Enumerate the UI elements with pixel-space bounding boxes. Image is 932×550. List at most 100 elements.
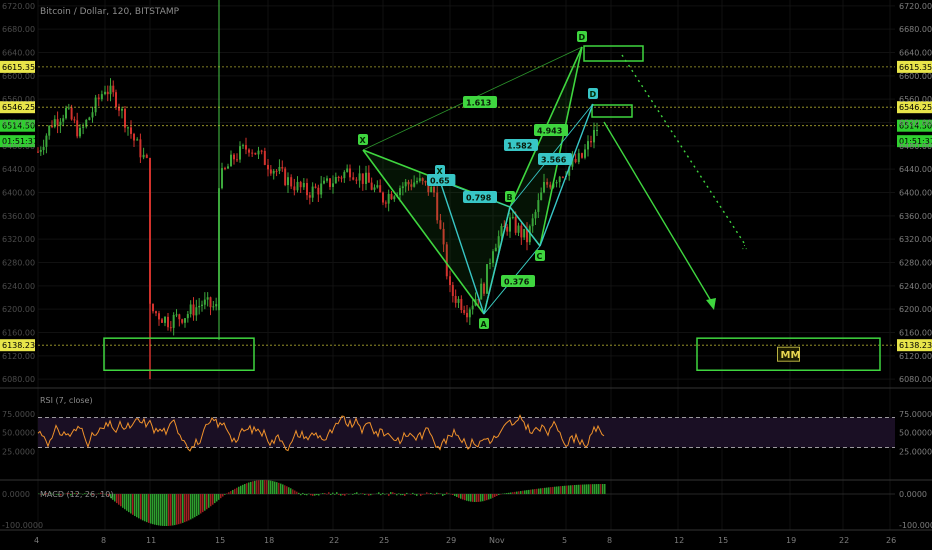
candle-body [593,130,595,143]
candle-body [296,181,299,191]
time-tick-label: 11 [146,536,156,545]
time-tick-label: 25 [379,536,389,545]
macd-bar [568,485,570,494]
macd-bar [180,494,182,524]
candle-body [161,319,163,323]
price-marker-left: 6138.23 [0,339,35,352]
candle-body [48,125,51,136]
macd-bar [306,494,308,496]
macd-bar [480,494,482,502]
macd-bar [288,487,290,494]
candle-body [343,171,346,179]
candle-body [254,152,257,155]
macd-bar [164,494,166,526]
macd-bar [536,488,538,494]
candle-body [236,159,238,161]
macd-bar [336,492,338,494]
macd-bar [398,493,400,494]
macd-bar [450,494,452,495]
macd-bar [362,493,364,494]
price-tick-label-left: 6400.00 [2,189,35,198]
macd-bar [472,494,474,502]
macd-bar [484,494,486,501]
macd-bar [564,485,566,494]
candle-body [130,127,132,134]
candle-body [136,139,139,141]
candle-body [517,225,520,233]
macd-bar [296,491,298,494]
time-tick-label: 22 [329,536,339,545]
candle-body [263,150,266,165]
macd-bar [220,494,222,499]
point-label: B [507,193,513,202]
macd-bar [468,494,470,502]
ratio-label: 1.613 [466,99,491,108]
macd-bar [572,485,574,494]
macd-bar [546,487,548,494]
macd-bar [204,494,206,511]
macd-bar [406,492,408,494]
macd-bar [522,490,524,494]
price-marker-text: 6138.23 [899,341,932,350]
candle-body [221,168,223,189]
macd-bar [388,494,390,496]
macd-bar [496,494,498,496]
time-tick-label: 19 [786,536,796,545]
macd-bar [494,494,496,497]
macd-bar [146,494,148,523]
trading-chart[interactable]: MM ∴XABCDXD1.6134.9430.3760.650.7981.582… [0,0,932,550]
macd-bar [328,492,330,494]
macd-bar [156,494,158,526]
candle-body [106,91,109,95]
candle-body [379,185,382,193]
candle-body [73,119,76,121]
macd-bar [122,494,124,508]
macd-bar [162,494,164,526]
macd-bar [236,487,238,494]
rsi-tick: 25.0000 [899,447,932,456]
candle-body [142,154,145,158]
candle-body [37,151,39,153]
macd-bar [254,480,256,494]
point-label: D [579,33,586,42]
macd-bar [302,492,304,494]
macd-bar [588,484,590,494]
macd-bar [250,481,252,494]
macd-bar [370,494,372,496]
macd-bar [208,494,210,508]
candle-body [457,298,460,303]
candle-body [260,150,263,152]
price-tick-label: 6360.00 [899,212,932,221]
macd-bar [154,494,156,525]
macd-bar [452,494,454,496]
ratio-label: 0.798 [466,194,492,203]
rsi-tick: 75.0000 [899,410,932,419]
macd-bar [380,494,382,496]
candle-body [42,146,45,151]
candle-body [314,186,317,188]
price-tick-label-left: 6440.00 [2,165,35,174]
candle-body [62,118,65,122]
candle-body [574,158,577,163]
price-marker-right: 6138.23 [897,339,932,352]
macd-bar [224,494,226,495]
macd-bar [416,494,418,496]
macd-bar [442,494,444,496]
candle-body [239,146,241,160]
macd-bar [512,492,514,494]
macd-bar [340,494,342,496]
macd-bar [574,485,576,494]
macd-bar [178,494,180,525]
candle-body [178,314,181,320]
ratio-label: 0.376 [504,278,530,287]
candle-body [334,177,337,184]
time-tick-label: 8 [607,536,612,545]
candle-body [590,141,592,143]
macd-bar [242,484,244,494]
macd-bar [582,484,584,494]
macd-bar [134,494,136,517]
macd-bar [506,493,508,494]
macd-bar [212,494,214,505]
candle-body [206,297,209,300]
macd-bar [508,492,510,494]
